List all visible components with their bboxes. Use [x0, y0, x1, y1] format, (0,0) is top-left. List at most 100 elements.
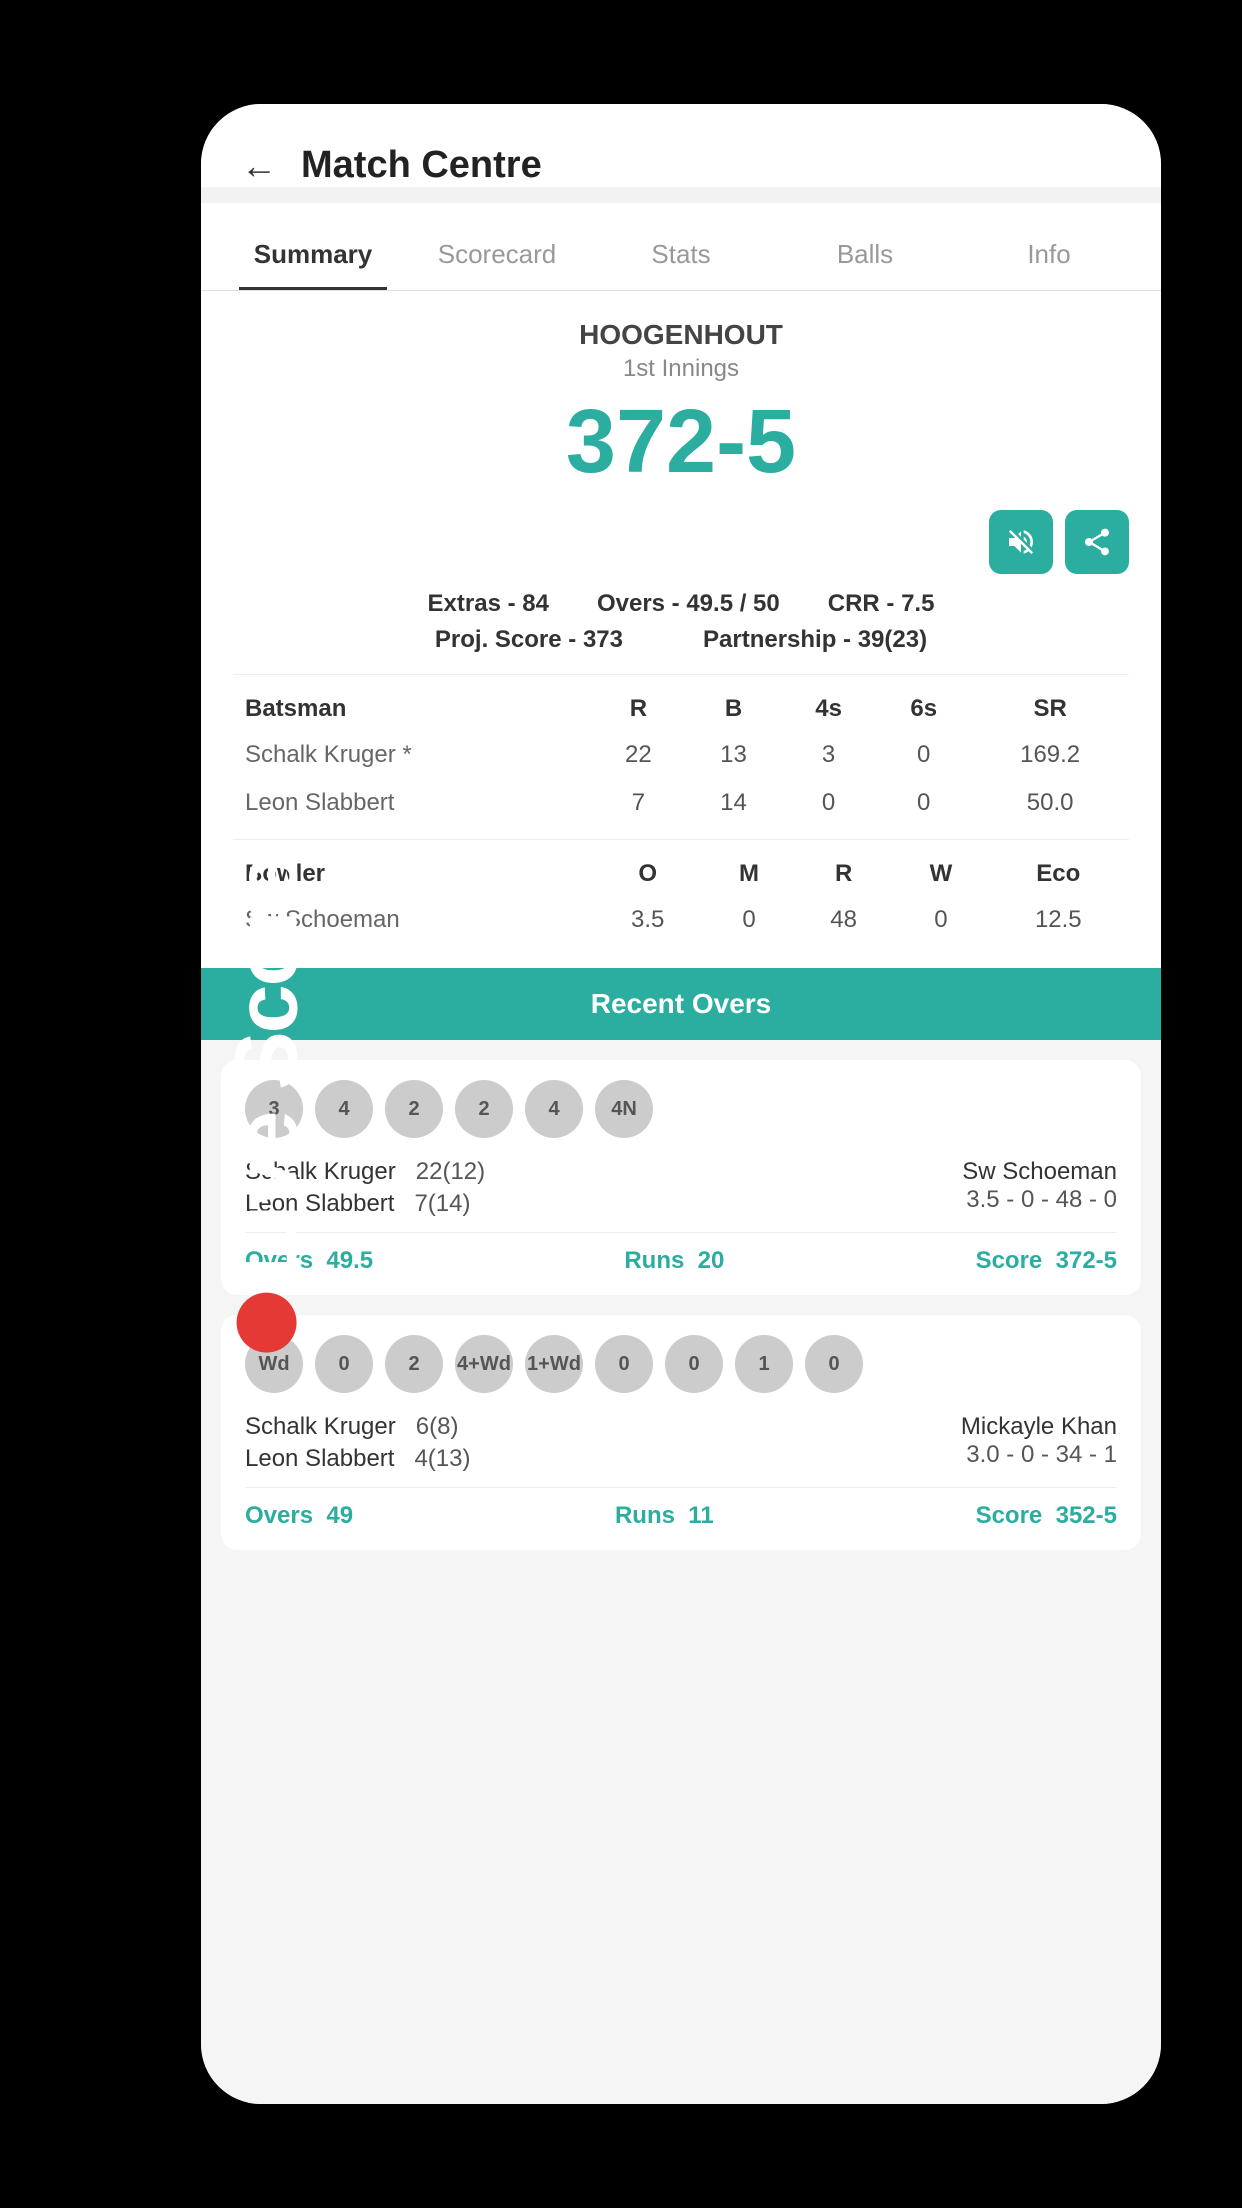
action-buttons [233, 510, 1129, 574]
batsman-col-header: Batsman [233, 687, 591, 731]
table-row: Schalk Kruger * 22 13 3 0 169.2 [233, 731, 1129, 779]
maidens-col-header: M [705, 852, 793, 896]
tab-stats[interactable]: Stats [589, 223, 773, 290]
header: ← Match Centre [201, 104, 1161, 187]
runs-col-header: R [591, 687, 686, 731]
tab-scorecard[interactable]: Scorecard [405, 223, 589, 290]
batsman-6s: 0 [876, 779, 971, 827]
batsman-name: Leon Slabbert [233, 779, 591, 827]
tab-info[interactable]: Info [957, 223, 1141, 290]
over-runs: Runs 11 [615, 1502, 714, 1530]
ball: 1 [735, 1335, 793, 1393]
partnership-info: Partnership - 39(23) [703, 626, 927, 654]
bowler-eco: 12.5 [988, 896, 1129, 944]
ball: 2 [385, 1335, 443, 1393]
mute-icon [1005, 526, 1037, 558]
over-cards-container: 342244N Schalk Kruger 22(12) Leon Slabbe… [201, 1060, 1161, 1550]
over-balls: 342244N [245, 1080, 1117, 1138]
batsman-r: 22 [591, 731, 686, 779]
over-summary-row: Overs 49 Runs 11 Score 352-5 [245, 1487, 1117, 1530]
wickets-col-header: W [894, 852, 987, 896]
live-dot [237, 1293, 297, 1353]
ball: 4 [525, 1080, 583, 1138]
team-name: HOOGENHOUT [233, 319, 1129, 351]
balls-col-header: B [686, 687, 781, 731]
phone-frame: ← Match Centre Summary Scorecard Stats B… [201, 104, 1161, 2104]
table-row: Sw Schoeman 3.5 0 48 0 12.5 [233, 896, 1129, 944]
over-info-row: Schalk Kruger 22(12) Leon Slabbert 7(14)… [245, 1158, 1117, 1218]
batsman-table: Batsman R B 4s 6s SR Schalk Kruger * 22 … [233, 687, 1129, 827]
over-score: Score 352-5 [976, 1502, 1117, 1530]
ball: 0 [595, 1335, 653, 1393]
mute-button[interactable] [989, 510, 1053, 574]
overs-col-header: O [590, 852, 705, 896]
ball: 0 [665, 1335, 723, 1393]
score-section: HOOGENHOUT 1st Innings 372-5 Extras - 84… [201, 291, 1161, 968]
content-area: HOOGENHOUT 1st Innings 372-5 Extras - 84… [201, 291, 1161, 2104]
fours-col-header: 4s [781, 687, 876, 731]
match-info-row2: Proj. Score - 373 Partnership - 39(23) [233, 626, 1129, 654]
share-icon [1081, 526, 1113, 558]
table-row: Leon Slabbert 7 14 0 0 50.0 [233, 779, 1129, 827]
page-title: Match Centre [301, 144, 542, 187]
app-label: Live Score [216, 855, 318, 1352]
over-card: 342244N Schalk Kruger 22(12) Leon Slabbe… [221, 1060, 1141, 1295]
batsman-name: Schalk Kruger * [233, 731, 591, 779]
extras-info: Extras - 84 [428, 590, 549, 618]
overs-info: Overs - 49.5 / 50 [597, 590, 780, 618]
tab-summary[interactable]: Summary [221, 223, 405, 290]
sr-col-header: SR [971, 687, 1129, 731]
over-bowler-figures: 3.0 - 0 - 34 - 1 [961, 1441, 1117, 1469]
batsman-4s: 3 [781, 731, 876, 779]
ball: 0 [805, 1335, 863, 1393]
over-bowler-col: Sw Schoeman 3.5 - 0 - 48 - 0 [962, 1158, 1117, 1218]
bowler-w: 0 [894, 896, 987, 944]
batsman-b: 13 [686, 731, 781, 779]
batsman-r: 7 [591, 779, 686, 827]
batsman-4s: 0 [781, 779, 876, 827]
over-score: Score 372-5 [976, 1247, 1117, 1275]
over-info-row: Schalk Kruger 6(8) Leon Slabbert 4(13) M… [245, 1413, 1117, 1473]
batsman-b: 14 [686, 779, 781, 827]
ball: 2 [385, 1080, 443, 1138]
bowler-o: 3.5 [590, 896, 705, 944]
bowler-m: 0 [705, 896, 793, 944]
over-summary-row: Overs 49.5 Runs 20 Score 372-5 [245, 1232, 1117, 1275]
app-label-text: Live Score [216, 855, 318, 1280]
bowler-r: 48 [793, 896, 894, 944]
economy-col-header: Eco [988, 852, 1129, 896]
over-bowler: Sw Schoeman [962, 1158, 1117, 1186]
bowler-runs-col-header: R [793, 852, 894, 896]
ball: 2 [455, 1080, 513, 1138]
over-batsman2: Leon Slabbert 4(13) [245, 1445, 470, 1473]
over-bowler-figures: 3.5 - 0 - 48 - 0 [962, 1186, 1117, 1214]
ball: 4 [315, 1080, 373, 1138]
recent-overs-title: Recent Overs [591, 988, 772, 1019]
over-card: Wd024+Wd1+Wd0010 Schalk Kruger 6(8) Leon… [221, 1315, 1141, 1550]
over-runs: Runs 20 [624, 1247, 724, 1275]
innings-label: 1st Innings [233, 355, 1129, 383]
ball: 4+Wd [455, 1335, 513, 1393]
ball: 1+Wd [525, 1335, 583, 1393]
batsman-6s: 0 [876, 731, 971, 779]
over-bowler: Mickayle Khan [961, 1413, 1117, 1441]
over-batsmen-col: Schalk Kruger 6(8) Leon Slabbert 4(13) [245, 1413, 470, 1473]
share-button[interactable] [1065, 510, 1129, 574]
main-score: 372-5 [233, 391, 1129, 494]
back-button[interactable]: ← [241, 145, 277, 187]
over-batsman1: Schalk Kruger 6(8) [245, 1413, 470, 1441]
crr-info: CRR - 7.5 [828, 590, 935, 618]
tab-balls[interactable]: Balls [773, 223, 957, 290]
tab-bar: Summary Scorecard Stats Balls Info [201, 203, 1161, 291]
batsman-sr: 169.2 [971, 731, 1129, 779]
recent-overs-header: Recent Overs [201, 968, 1161, 1040]
sixes-col-header: 6s [876, 687, 971, 731]
match-info-row1: Extras - 84 Overs - 49.5 / 50 CRR - 7.5 [233, 590, 1129, 618]
over-bowler-col: Mickayle Khan 3.0 - 0 - 34 - 1 [961, 1413, 1117, 1473]
bowler-table: Bowler O M R W Eco Sw Schoeman 3.5 0 48 … [233, 852, 1129, 944]
batsman-sr: 50.0 [971, 779, 1129, 827]
over-balls: Wd024+Wd1+Wd0010 [245, 1335, 1117, 1393]
proj-score-info: Proj. Score - 373 [435, 626, 623, 654]
over-overs: Overs 49 [245, 1502, 353, 1530]
ball: 0 [315, 1335, 373, 1393]
